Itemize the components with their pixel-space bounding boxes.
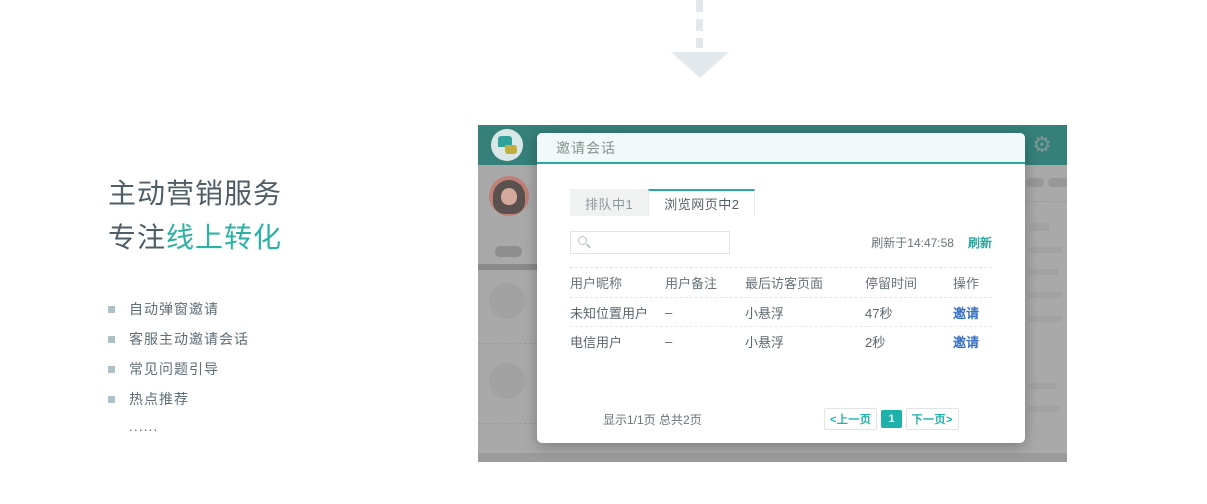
window-bottom-strip xyxy=(478,453,1067,462)
divider xyxy=(478,423,537,424)
tab-bar: 排队中1 浏览网页中2 xyxy=(570,189,992,216)
invite-link[interactable]: 邀请 xyxy=(953,306,979,321)
table-header-row: 用户昵称 用户备注 最后访客页面 停留时间 操作 xyxy=(570,267,992,298)
cell-note: – xyxy=(665,334,745,349)
cell-last-page: 小悬浮 xyxy=(745,332,865,351)
refresh-button[interactable]: 刷新 xyxy=(968,234,992,251)
arrow-head xyxy=(671,52,729,78)
page-title: 主动营销服务 专注线上转化 xyxy=(108,172,438,260)
page-summary: 显示1/1页 总共2页 xyxy=(603,411,702,428)
placeholder-bar xyxy=(1028,292,1062,298)
col-header-nickname: 用户昵称 xyxy=(570,273,665,292)
refresh-timestamp: 刷新于14:47:58 xyxy=(871,234,954,251)
search-input[interactable] xyxy=(570,231,730,254)
visitor-table: 用户昵称 用户备注 最后访客页面 停留时间 操作 未知位置用户 – 小悬浮 47… xyxy=(570,267,992,356)
col-header-action: 操作 xyxy=(953,273,992,292)
list-item: 客服主动邀请会话 xyxy=(108,324,438,354)
col-header-last-page: 最后访客页面 xyxy=(745,273,865,292)
cell-nickname: 电信用户 xyxy=(570,332,665,351)
placeholder-bar xyxy=(478,264,538,270)
arrow-dashed-line xyxy=(696,0,703,48)
dialog-title: 邀请会话 xyxy=(537,133,1025,164)
tab-queuing[interactable]: 排队中1 xyxy=(570,189,648,216)
search-icon xyxy=(578,236,587,245)
dialog-footer: 显示1/1页 总共2页 <上一页 1 下一页> xyxy=(603,408,959,430)
cell-stay-time: 47秒 xyxy=(865,303,953,322)
placeholder-avatar-circle xyxy=(489,283,525,319)
cell-last-page: 小悬浮 xyxy=(745,303,865,322)
ellipsis-text: ...... xyxy=(108,418,438,434)
headline-line1: 主动营销服务 xyxy=(108,172,438,216)
bullet-square-icon xyxy=(108,336,115,343)
placeholder-pill xyxy=(1048,178,1067,187)
bullet-square-icon xyxy=(108,396,115,403)
gear-icon[interactable]: ⚙ xyxy=(1029,132,1055,158)
placeholder-bar xyxy=(1029,223,1049,231)
current-page-button[interactable]: 1 xyxy=(881,410,901,428)
invite-session-dialog: 邀请会话 排队中1 浏览网页中2 刷新于14:47:58 刷新 xyxy=(537,133,1025,443)
divider xyxy=(478,343,537,344)
pagination: <上一页 1 下一页> xyxy=(820,408,959,430)
invite-link[interactable]: 邀请 xyxy=(953,335,979,350)
tab-browsing[interactable]: 浏览网页中2 xyxy=(648,189,755,216)
refresh-area: 刷新于14:47:58 刷新 xyxy=(871,234,992,251)
placeholder-bar xyxy=(1028,247,1062,253)
scroll-down-arrow xyxy=(668,0,732,78)
list-item: 热点推荐 xyxy=(108,384,438,414)
list-item: 自动弹窗邀请 xyxy=(108,294,438,324)
feature-list: 自动弹窗邀请 客服主动邀请会话 常见问题引导 热点推荐 ...... xyxy=(108,294,438,434)
page: 主动营销服务 专注线上转化 自动弹窗邀请 客服主动邀请会话 常见问题引导 热点推… xyxy=(0,0,1207,504)
placeholder-bar xyxy=(1028,316,1062,322)
cell-note: – xyxy=(665,305,745,320)
toolbar: 刷新于14:47:58 刷新 xyxy=(570,231,992,254)
bullet-square-icon xyxy=(108,306,115,313)
placeholder-avatar-circle xyxy=(489,363,525,399)
placeholder-bar xyxy=(1028,406,1060,412)
cell-stay-time: 2秒 xyxy=(865,332,953,351)
table-row: 电信用户 – 小悬浮 2秒 邀请 xyxy=(570,327,992,356)
avatar-face xyxy=(501,188,517,205)
prev-page-button[interactable]: <上一页 xyxy=(824,408,877,430)
agent-avatar xyxy=(489,176,529,216)
placeholder-pill xyxy=(1026,178,1044,187)
placeholder-bar xyxy=(1028,383,1056,389)
placeholder-bar xyxy=(1028,269,1058,275)
col-header-note: 用户备注 xyxy=(665,273,745,292)
cell-nickname: 未知位置用户 xyxy=(570,303,665,322)
bullet-square-icon xyxy=(108,366,115,373)
logo-bubble-yellow xyxy=(505,145,517,154)
dialog-body: 排队中1 浏览网页中2 刷新于14:47:58 刷新 用户昵称 xyxy=(570,166,992,443)
next-page-button[interactable]: 下一页> xyxy=(906,408,959,430)
search-box xyxy=(570,231,730,254)
table-row: 未知位置用户 – 小悬浮 47秒 邀请 xyxy=(570,298,992,327)
list-item: 常见问题引导 xyxy=(108,354,438,384)
col-header-stay-time: 停留时间 xyxy=(865,273,953,292)
headline-line2: 专注线上转化 xyxy=(108,216,438,260)
placeholder-pill xyxy=(495,246,522,257)
app-logo-icon xyxy=(491,129,523,161)
headline-highlight: 线上转化 xyxy=(166,222,282,253)
app-window: ⚙ 邀请会话 排队中1 浏览网页中2 xyxy=(478,125,1067,462)
divider xyxy=(1026,201,1067,202)
marketing-panel: 主动营销服务 专注线上转化 自动弹窗邀请 客服主动邀请会话 常见问题引导 热点推… xyxy=(108,172,438,434)
